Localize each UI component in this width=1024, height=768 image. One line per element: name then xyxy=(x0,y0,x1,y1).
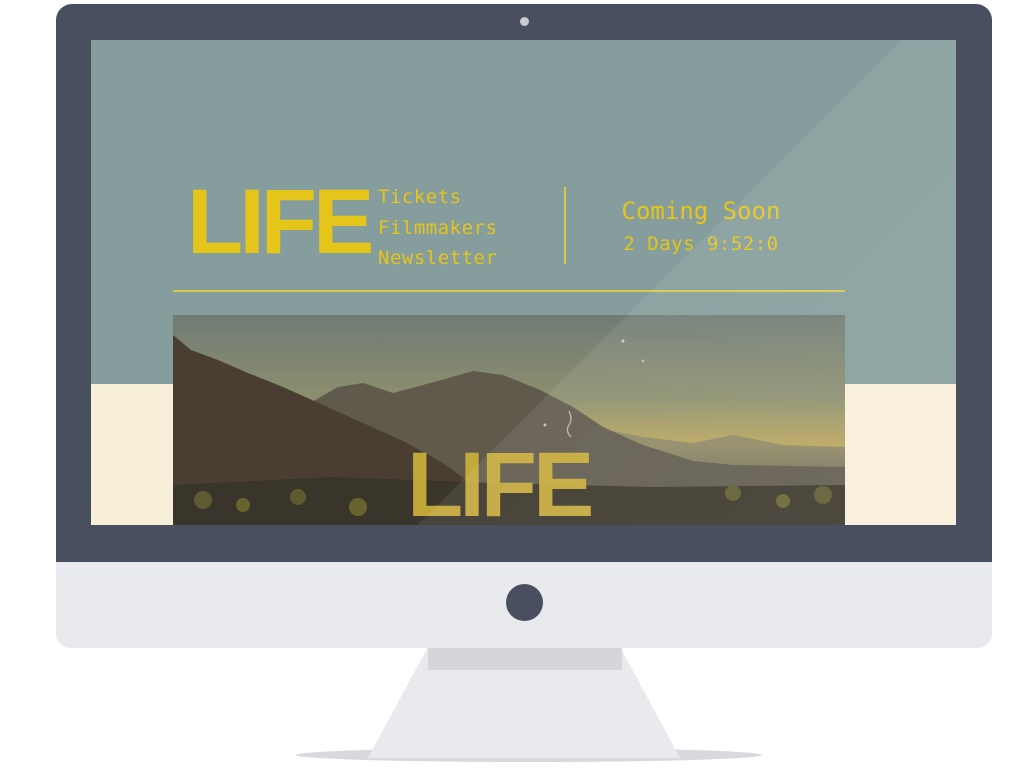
horizontal-divider xyxy=(173,290,845,292)
nav-link-filmmakers[interactable]: Filmmakers xyxy=(378,213,497,244)
hero-title: LIFE xyxy=(407,434,594,525)
hero-image: LIFE xyxy=(173,315,845,525)
monitor-stand-neck xyxy=(428,648,622,670)
site-logo[interactable]: LIFE xyxy=(187,176,374,268)
camera-icon xyxy=(520,17,529,26)
nav-link-tickets[interactable]: Tickets xyxy=(378,182,497,213)
screen: LIFE Tickets Filmmakers Newsletter Comin… xyxy=(91,40,956,525)
nav-link-newsletter[interactable]: Newsletter xyxy=(378,243,497,274)
home-button-icon xyxy=(506,584,543,621)
main-nav: Tickets Filmmakers Newsletter xyxy=(378,182,497,274)
vertical-divider xyxy=(564,187,566,264)
countdown-timer: 2 Days 9:52:0 xyxy=(623,233,779,255)
coming-soon-label: Coming Soon xyxy=(621,197,781,225)
